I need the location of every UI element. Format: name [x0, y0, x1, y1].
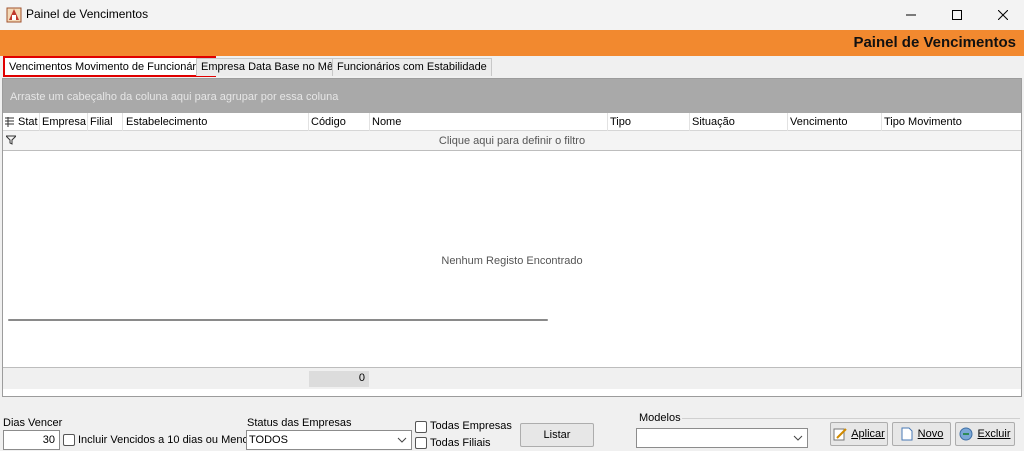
- status-empresas-label: Status das Empresas: [247, 417, 352, 429]
- column-header-codigo[interactable]: Código: [311, 116, 346, 128]
- status-empresas-select[interactable]: TODOS: [246, 430, 412, 450]
- column-chooser-icon[interactable]: [5, 117, 14, 127]
- aplicar-label: Aplicar: [851, 428, 885, 440]
- excluir-button[interactable]: Excluir: [955, 422, 1015, 446]
- todas-empresas-label: Todas Empresas: [430, 420, 512, 432]
- column-header-estabelecimento[interactable]: Estabelecimento: [126, 116, 207, 128]
- novo-label: Novo: [917, 428, 944, 440]
- aplicar-button[interactable]: Aplicar: [830, 422, 888, 446]
- close-icon: [998, 10, 1008, 20]
- tab-funcionarios-estabilidade[interactable]: Funcionários com Estabilidade: [332, 58, 492, 76]
- filter-hint: Clique aqui para definir o filtro: [438, 135, 586, 147]
- grid-summary-footer: 0: [3, 367, 1021, 389]
- tab-empresa-data-base[interactable]: Empresa Data Base no Mês: [196, 58, 344, 76]
- dias-vencer-input[interactable]: 30: [3, 430, 60, 450]
- delete-icon: [959, 427, 973, 441]
- todas-filiais-label: Todas Filiais: [430, 437, 491, 449]
- tab-strip: Vencimentos Movimento de Funcionários Em…: [0, 56, 1024, 78]
- column-header-tipo-movimento[interactable]: Tipo Movimento: [884, 116, 962, 128]
- column-header-nome[interactable]: Nome: [372, 116, 401, 128]
- tab-label: Empresa Data Base no Mês: [201, 61, 339, 73]
- minimize-button[interactable]: [888, 0, 934, 30]
- todas-empresas-checkbox[interactable]: [415, 421, 427, 433]
- new-document-icon: [901, 427, 913, 441]
- column-header-vencimento[interactable]: Vencimento: [790, 116, 847, 128]
- column-header-situacao[interactable]: Situação: [692, 116, 735, 128]
- column-header-row: Stat Empresa Filial Estabelecimento Códi…: [3, 113, 1021, 131]
- excluir-label: Excluir: [977, 428, 1011, 440]
- modelos-label: Modelos: [639, 412, 681, 424]
- window-title: Painel de Vencimentos: [26, 7, 149, 21]
- chevron-down-icon: [793, 435, 803, 441]
- todas-filiais-checkbox[interactable]: [415, 437, 427, 449]
- minimize-icon: [906, 14, 916, 16]
- dias-vencer-label: Dias Vencer: [3, 417, 63, 429]
- tab-label: Vencimentos Movimento de Funcionários: [9, 61, 211, 73]
- data-grid[interactable]: Arraste um cabeçalho da coluna aqui para…: [2, 78, 1022, 397]
- listar-button[interactable]: Listar: [520, 423, 594, 447]
- header-banner: Painel de Vencimentos: [0, 30, 1024, 56]
- tab-vencimentos-movimento[interactable]: Vencimentos Movimento de Funcionários: [3, 56, 217, 77]
- tab-label: Funcionários com Estabilidade: [337, 61, 487, 73]
- banner-title: Painel de Vencimentos: [853, 34, 1016, 51]
- modelos-select[interactable]: [636, 428, 808, 448]
- column-header-tipo[interactable]: Tipo: [610, 116, 631, 128]
- app-icon: [6, 7, 22, 23]
- maximize-icon: [952, 10, 962, 20]
- status-empresas-value: TODOS: [249, 434, 288, 446]
- maximize-button[interactable]: [934, 0, 980, 30]
- empty-grid-message: Nenhum Registo Encontrado: [441, 255, 583, 267]
- summary-count: 0: [309, 371, 369, 387]
- column-header-stat[interactable]: Stat: [18, 116, 38, 128]
- incluir-vencidos-label: Incluir Vencidos a 10 dias ou Menos: [78, 434, 255, 446]
- edit-icon: [833, 428, 847, 441]
- column-header-empresa[interactable]: Empresa: [42, 116, 86, 128]
- dias-vencer-value: 30: [42, 434, 55, 446]
- incluir-vencidos-checkbox[interactable]: [63, 434, 75, 446]
- column-header-filial[interactable]: Filial: [90, 116, 113, 128]
- listar-button-label: Listar: [543, 429, 571, 441]
- scrollbar-thumb[interactable]: [8, 319, 548, 321]
- title-bar: Painel de Vencimentos: [0, 0, 1024, 30]
- horizontal-scrollbar[interactable]: [8, 318, 548, 322]
- chevron-down-icon: [397, 437, 407, 443]
- filter-row[interactable]: Clique aqui para definir o filtro: [3, 131, 1021, 151]
- novo-button[interactable]: Novo: [892, 422, 951, 446]
- group-by-panel[interactable]: Arraste um cabeçalho da coluna aqui para…: [3, 79, 1021, 113]
- close-button[interactable]: [980, 0, 1024, 30]
- group-by-hint: Arraste um cabeçalho da coluna aqui para…: [10, 91, 339, 103]
